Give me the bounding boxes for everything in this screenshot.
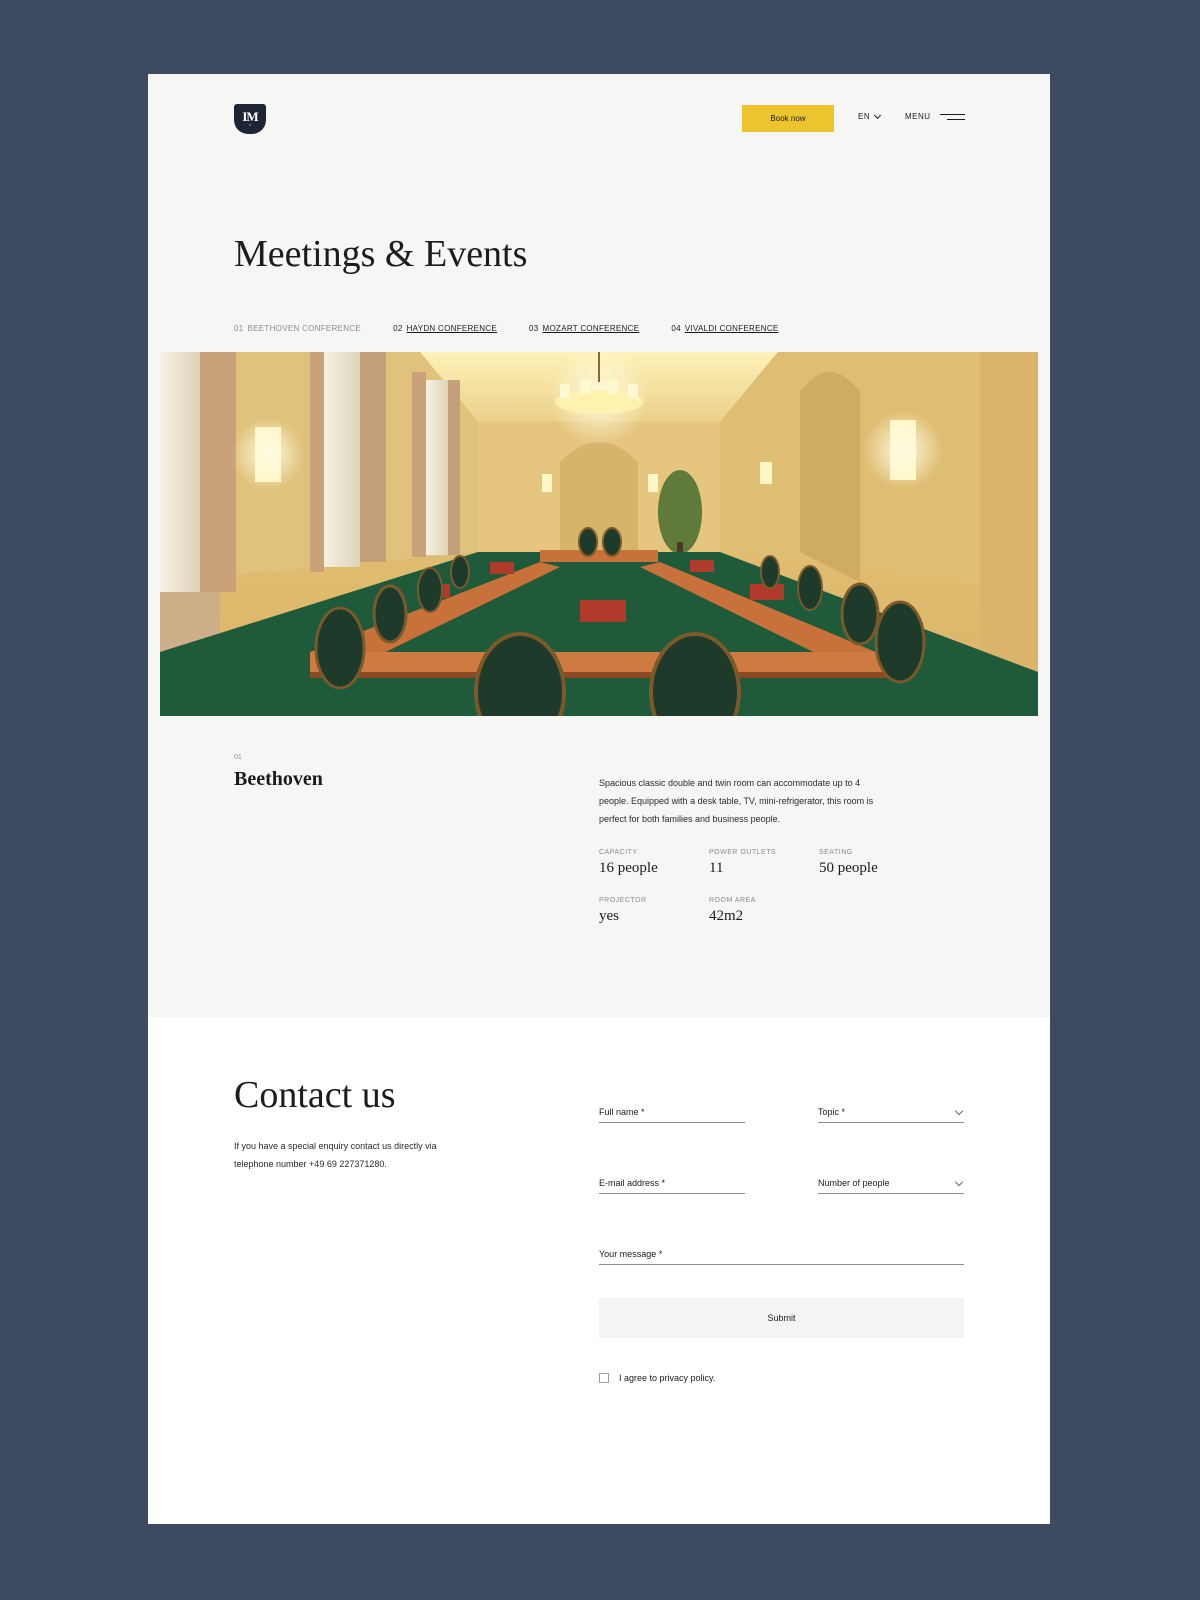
number-of-people-select[interactable]: Number of people <box>818 1168 964 1194</box>
chevron-down-icon <box>874 111 882 119</box>
room-number: 01 <box>234 754 242 761</box>
tab-haydn[interactable]: 02 HAYDN CONFERENCE <box>393 324 497 333</box>
room-name: Beethoven <box>234 768 323 790</box>
tab-number: 02 <box>393 324 403 333</box>
room-description: Spacious classic double and twin room ca… <box>599 778 874 824</box>
spec-label: POWER OUTLETS <box>709 849 777 856</box>
full-name-field <box>599 1097 745 1123</box>
page-title: Meetings & Events <box>234 233 528 275</box>
full-name-input[interactable] <box>599 1107 745 1117</box>
message-field <box>599 1239 964 1265</box>
menu-label: MENU <box>905 112 931 121</box>
spec-label: ROOM AREA <box>709 897 756 904</box>
tab-beethoven[interactable]: 01 BEETHOVEN CONFERENCE <box>234 324 361 333</box>
tab-number: 01 <box>234 324 244 333</box>
spec-value: yes <box>599 908 619 924</box>
email-input[interactable] <box>599 1178 745 1188</box>
spec-value: 11 <box>709 860 724 876</box>
hamburger-icon <box>939 113 965 121</box>
language-selector[interactable]: EN <box>858 111 882 121</box>
spec-value: 42m2 <box>709 908 744 924</box>
room-tabs: 01 BEETHOVEN CONFERENCE 02 HAYDN CONFERE… <box>234 324 811 333</box>
contact-title: Contact us <box>234 1074 396 1116</box>
chevron-down-icon <box>954 1177 964 1187</box>
spec-projector: PROJECTOR yes <box>599 897 709 925</box>
spec-value: 50 people <box>819 860 878 876</box>
privacy-label: I agree to privacy policy. <box>619 1373 716 1383</box>
spec-room-area: ROOM AREA 42m2 <box>709 897 819 925</box>
tab-label: BEETHOVEN CONFERENCE <box>247 324 362 333</box>
spec-label: SEATING <box>819 849 853 856</box>
topic-select[interactable]: Topic * <box>818 1097 964 1123</box>
spec-power-outlets: POWER OUTLETS 11 <box>709 849 819 877</box>
tab-label: VIVALDI CONFERENCE <box>684 324 779 333</box>
privacy-consent: I agree to privacy policy. <box>599 1373 715 1383</box>
privacy-checkbox[interactable] <box>599 1373 609 1383</box>
conference-room-photo <box>160 352 1038 716</box>
submit-button[interactable]: Submit <box>599 1298 964 1338</box>
book-now-button[interactable]: Book now <box>742 105 834 132</box>
language-label: EN <box>858 112 871 121</box>
page-card: IM ~ Book now EN MENU Meetings & Events … <box>148 74 1050 1524</box>
spec-seating: SEATING 50 people <box>819 849 929 877</box>
contact-section: Contact us If you have a special enquiry… <box>148 1017 1050 1524</box>
topic-label: Topic * <box>818 1107 846 1117</box>
tab-number: 04 <box>671 324 681 333</box>
tab-label: HAYDN CONFERENCE <box>406 324 498 333</box>
spec-label: PROJECTOR <box>599 897 647 904</box>
contact-text: If you have a special enquiry contact us… <box>234 1141 437 1169</box>
hotel-logo[interactable]: IM ~ <box>234 104 266 134</box>
logo-monogram: IM <box>242 108 258 124</box>
tab-label: MOZART CONFERENCE <box>542 324 640 333</box>
spec-capacity: CAPACITY 16 people <box>599 849 709 877</box>
tab-mozart[interactable]: 03 MOZART CONFERENCE <box>529 324 639 333</box>
logo-flourish: ~ <box>248 122 252 129</box>
number-of-people-label: Number of people <box>818 1178 890 1188</box>
spec-label: CAPACITY <box>599 849 638 856</box>
message-input[interactable] <box>599 1249 964 1259</box>
spec-value: 16 people <box>599 860 658 876</box>
tab-number: 03 <box>529 324 539 333</box>
chevron-down-icon <box>954 1106 964 1116</box>
room-specs: CAPACITY 16 people POWER OUTLETS 11 SEAT… <box>599 849 929 925</box>
tab-vivaldi[interactable]: 04 VIVALDI CONFERENCE <box>671 324 778 333</box>
email-field <box>599 1168 745 1194</box>
menu-toggle[interactable]: MENU <box>905 112 965 121</box>
